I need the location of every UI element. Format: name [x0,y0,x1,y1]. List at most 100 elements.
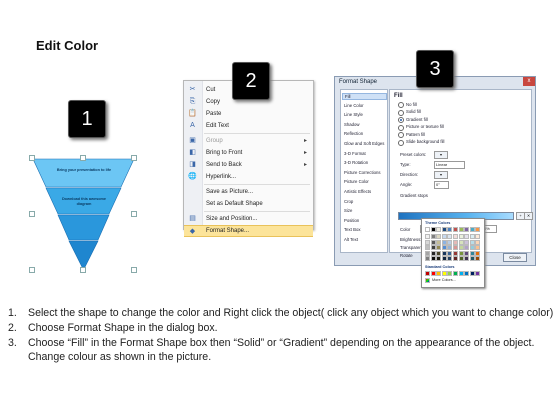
theme-color-swatch[interactable] [430,239,436,245]
preset-colors-dropdown[interactable]: ▾ [434,151,448,159]
theme-color-swatch[interactable] [425,256,430,262]
category-item-size[interactable]: Size [344,208,352,213]
theme-color-swatch[interactable] [430,234,436,239]
theme-color-swatch[interactable] [475,227,481,232]
remove-stop-button[interactable]: ✕ [524,212,533,220]
category-item-line-style[interactable]: Line Style [344,112,363,117]
theme-color-swatch[interactable] [436,245,442,251]
theme-color-swatch[interactable] [464,239,470,245]
theme-color-swatch[interactable] [464,250,470,256]
theme-color-swatch[interactable] [458,234,464,239]
resize-handle[interactable] [131,211,137,217]
theme-color-swatch[interactable] [447,245,453,251]
theme-color-swatch[interactable] [441,245,447,251]
theme-color-swatch[interactable] [469,250,475,256]
theme-color-swatch[interactable] [469,256,475,262]
category-item-glow-and-soft-edges[interactable]: Glow and Soft Edges [344,141,384,146]
menu-item-save-as-picture[interactable]: Save as Picture... [184,186,313,198]
type-select[interactable]: Linear [434,161,465,169]
theme-color-swatch[interactable] [425,245,430,251]
menu-item-group[interactable]: ▣ Group ▸ [184,135,313,147]
category-item-alt-text[interactable]: Alt Text [344,237,358,242]
category-item-line-color[interactable]: Line Color [344,103,364,108]
menu-item-bring-to-front[interactable]: ◧ Bring to Front ▸ [184,147,313,159]
theme-color-swatch[interactable] [458,227,464,232]
theme-color-swatch[interactable] [453,234,458,239]
resize-handle[interactable] [29,267,35,273]
theme-color-swatch[interactable] [464,227,470,232]
resize-handle[interactable] [29,155,35,161]
theme-color-swatch[interactable] [453,256,458,262]
theme-color-swatch[interactable] [469,234,475,239]
standard-color-swatch[interactable] [430,271,436,276]
close-button[interactable]: Close [503,253,527,262]
theme-color-swatch[interactable] [441,256,447,262]
category-item-crop[interactable]: Crop [344,199,353,204]
theme-color-swatch[interactable] [458,250,464,256]
resize-handle[interactable] [80,155,86,161]
standard-color-swatch[interactable] [453,271,458,276]
theme-color-swatch[interactable] [447,239,453,245]
theme-color-swatch[interactable] [447,256,453,262]
theme-color-swatch[interactable] [469,227,475,232]
theme-color-swatch[interactable] [464,245,470,251]
menu-item-paste[interactable]: 📋 Paste [184,108,313,120]
standard-color-swatch[interactable] [425,271,430,276]
standard-color-swatch[interactable] [464,271,470,276]
fill-radio-gradient-fill[interactable] [398,117,404,123]
category-item-artistic-effects[interactable]: Artistic Effects [344,189,371,194]
theme-color-swatch[interactable] [425,227,430,232]
category-item-picture-corrections[interactable]: Picture Corrections [344,170,381,175]
theme-color-swatch[interactable] [436,234,442,239]
theme-color-swatch[interactable] [475,234,481,239]
theme-color-swatch[interactable] [436,239,442,245]
theme-color-swatch[interactable] [441,239,447,245]
category-item-reflection[interactable]: Reflection [344,131,363,136]
theme-color-swatch[interactable] [436,256,442,262]
theme-color-swatch[interactable] [447,250,453,256]
menu-item-send-to-back[interactable]: ◨ Send to Back ▸ [184,159,313,171]
category-item-3-d-format[interactable]: 3-D Format [344,151,366,156]
menu-item-set-as-default-shape[interactable]: Set as Default Shape [184,198,313,210]
fill-radio-slide-background-fill[interactable] [398,139,404,146]
funnel-shape-panel[interactable]: Bring your presentation to life Download… [29,155,137,273]
theme-color-swatch[interactable] [458,239,464,245]
fill-radio-solid-fill[interactable] [398,109,404,116]
theme-color-swatch[interactable] [464,256,470,262]
category-item-position[interactable]: Position [344,218,359,223]
fill-radio-picture-or-texture-fill[interactable] [398,124,404,131]
category-item-text-box[interactable]: Text Box [344,227,360,232]
menu-item-size-and-position[interactable]: ▤ Size and Position... [184,213,313,225]
resize-handle[interactable] [131,155,137,161]
standard-color-swatch[interactable] [458,271,464,276]
category-item-picture-color[interactable]: Picture Color [344,179,369,184]
theme-color-swatch[interactable] [469,239,475,245]
resize-handle[interactable] [131,267,137,273]
theme-color-swatch[interactable] [430,250,436,256]
theme-color-swatch[interactable] [453,227,458,232]
standard-color-swatch[interactable] [436,271,442,276]
theme-color-swatch[interactable] [475,250,481,256]
standard-color-swatch[interactable] [469,271,475,276]
theme-color-swatch[interactable] [425,250,430,256]
theme-color-swatch[interactable] [430,256,436,262]
theme-color-swatch[interactable] [436,227,442,232]
menu-item-format-shape[interactable]: ◆ Format Shape... [184,225,313,237]
standard-color-swatch[interactable] [441,271,447,276]
menu-item-edit-text[interactable]: A Edit Text [184,120,313,132]
fill-radio-pattern-fill[interactable] [398,132,404,138]
theme-color-swatch[interactable] [441,234,447,239]
theme-color-swatch[interactable] [447,227,453,232]
theme-color-swatch[interactable] [447,234,453,239]
theme-color-swatch[interactable] [464,234,470,239]
theme-color-swatch[interactable] [441,250,447,256]
direction-dropdown[interactable]: ▾ [434,171,448,179]
menu-item-hyperlink[interactable]: 🌐 Hyperlink... [184,171,313,183]
theme-color-swatch[interactable] [469,245,475,251]
theme-color-swatch[interactable] [425,234,430,239]
theme-color-swatch[interactable] [425,239,430,245]
category-item-3-d-rotation[interactable]: 3-D Rotation [344,160,368,165]
standard-color-swatch[interactable] [475,271,481,276]
theme-color-swatch[interactable] [453,245,458,251]
theme-color-swatch[interactable] [475,239,481,245]
